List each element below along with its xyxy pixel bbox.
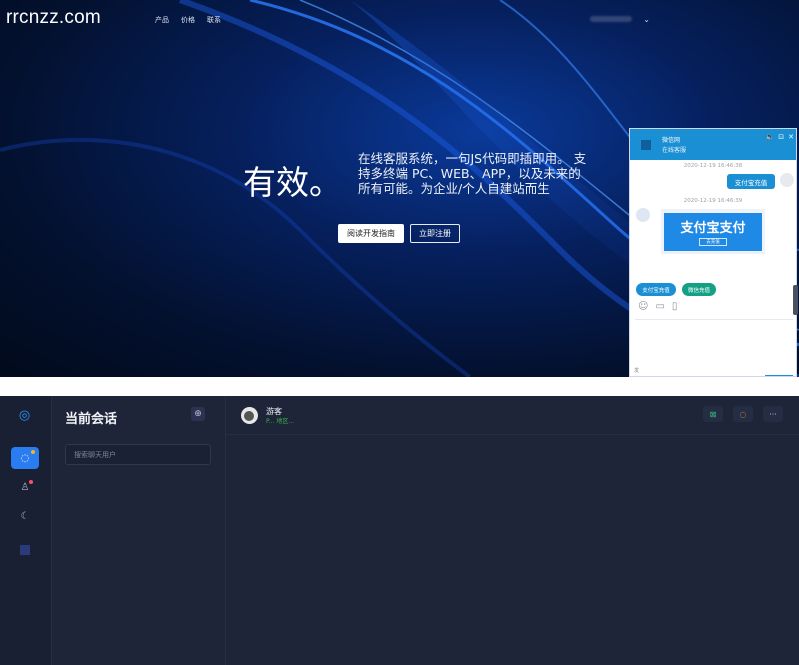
site-watermark: rrcnzz.com [6,7,101,28]
notification-dot [29,480,33,484]
send-button[interactable] [765,375,793,376]
chat-logo-icon: ◎ [18,408,31,423]
widget-toolbar: ☺ ▭ ▯ [638,301,677,312]
widget-header: 微信网 在线客服 🔈 ⊡ ✕ [630,129,796,160]
chat-main: 游客 P... 地区... ⊠ ◌ ··· [225,396,799,665]
agent-avatar [636,208,650,222]
read-docs-button[interactable]: 阅读开发指南 [338,224,404,243]
message-timestamp: 2020-12-19 16:46:38 [683,163,743,169]
user-message-bubble: 支付宝充值 [727,174,775,189]
visitor-location: P... 地区... [266,418,295,425]
search-icon: ◌ [739,409,747,419]
account-name-blurred [590,16,632,22]
notification-dot [31,450,35,454]
nav-item-products[interactable]: 产品 [155,15,169,25]
panel-title: 当前会话 [65,412,118,427]
moon-icon: ☾ [20,510,30,522]
close-icon[interactable]: ✕ [788,133,794,141]
hero-headline: 有效。 [243,163,342,202]
chat-header: 游客 P... 地区... ⊠ ◌ ··· [225,396,799,435]
widget-logo [641,140,651,150]
widget-message-input[interactable] [635,319,793,366]
expand-icon[interactable]: ⊡ [778,133,784,141]
search-users-input[interactable] [65,444,211,465]
register-button[interactable]: 立即注册 [410,224,460,243]
file-icon[interactable]: ▯ [672,301,678,312]
rail-item-settings[interactable] [20,545,30,555]
rail-item-chat[interactable]: ◌ [11,447,39,469]
payment-card-title: 支付宝支付 [680,221,746,236]
message-timestamp: 2020-12-19 16:46:39 [683,198,743,204]
more-icon: ··· [769,409,777,419]
widget-status: 在线客服 [662,147,687,154]
search-button[interactable]: ◌ [733,406,753,422]
avatar [241,407,258,424]
user-icon: ♙ [20,481,30,493]
quick-reply-wechat[interactable]: 微信充值 [682,283,716,296]
emoji-icon[interactable]: ☺ [638,301,648,312]
side-rail: ◎ ◌ ♙ ☾ [0,396,52,665]
rail-item-users[interactable]: ♙ [11,476,39,498]
user-avatar [780,173,794,187]
chat-widget: 微信网 在线客服 🔈 ⊡ ✕ 2020-12-19 16:46:38 支付宝充值… [629,128,797,377]
quick-reply-alipay[interactable]: 支付宝充值 [636,283,676,296]
add-icon[interactable]: ⊕ [191,407,205,421]
more-button[interactable]: ··· [763,406,783,422]
image-icon[interactable]: ▭ [655,301,664,312]
chevron-down-icon: ⌄ [643,14,650,24]
agent-console: ◎ ◌ ♙ ☾ 当前会话 ⊕ 游客 P... 地区... ⊠ ◌ ··· [0,396,799,665]
payment-card-banner: 支付宝支付 去充值 [664,213,762,251]
hero-description: 在线客服系统，一句JS代码即插即用。 支持多终端 PC、WEB、APP，以及未来… [358,151,587,196]
archive-icon: ⊠ [709,409,717,419]
nav-item-contact[interactable]: 联系 [207,15,221,25]
chat-bubble-icon: ◌ [20,452,30,464]
conversation-list-panel: 当前会话 ⊕ [51,396,226,665]
payment-card-cta[interactable]: 去充值 [699,238,727,246]
top-nav: 产品 价格 联系 [155,15,221,25]
sound-icon[interactable]: 🔈 [766,133,775,141]
widget-agent-name: 微信网 [662,137,681,144]
nav-item-pricing[interactable]: 价格 [181,15,195,25]
payment-card[interactable]: 支付宝支付 去充值 [661,209,765,254]
scrollbar[interactable] [793,285,798,315]
widget-footer-label: 发 [634,368,640,374]
account-menu[interactable]: ⌄ [590,13,650,25]
archive-button[interactable]: ⊠ [703,406,723,422]
widget-controls: 🔈 ⊡ ✕ [766,133,794,141]
rail-item-theme[interactable]: ☾ [11,505,39,527]
website-hero: rrcnzz.com 产品 价格 联系 ⌄ 有效。 在线客服系统，一句JS代码即… [0,0,799,377]
